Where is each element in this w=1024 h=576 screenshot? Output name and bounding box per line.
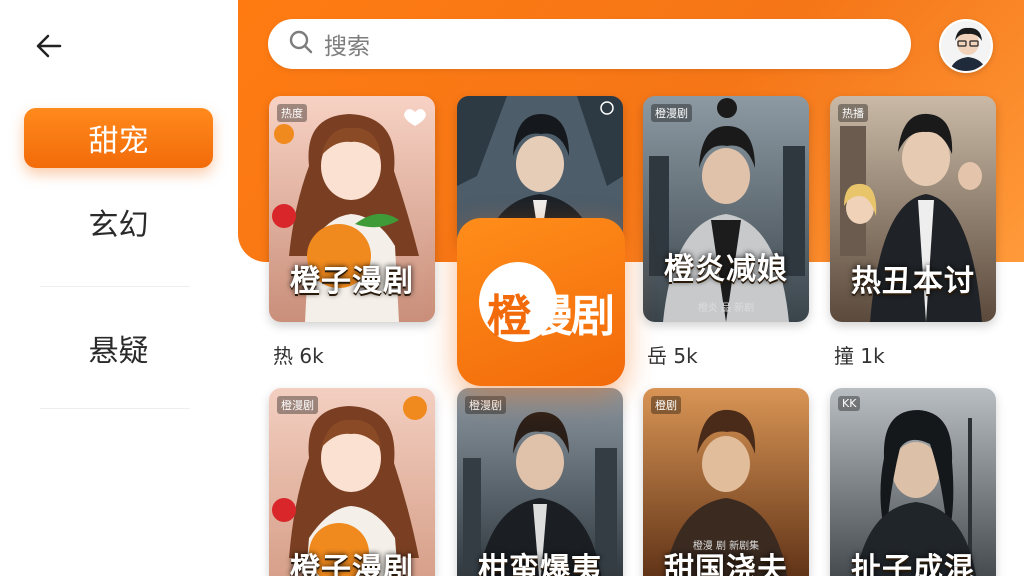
- logo-text-part2: 漫剧: [529, 291, 615, 342]
- poster-subtitle: 橙炎 品 新剧: [697, 303, 755, 314]
- category-tab-fantasy[interactable]: 玄幻: [24, 192, 213, 252]
- poster-image: [643, 96, 809, 322]
- drama-card[interactable]: 橙剧 甜国浇夫 橙漫 剧 新剧集: [643, 388, 809, 576]
- card-badge: KK: [838, 396, 861, 411]
- poster-title: 橙炎减娘: [664, 252, 788, 287]
- card-badge: 橙剧: [651, 396, 681, 414]
- search-icon: [288, 29, 314, 59]
- divider: [40, 286, 190, 287]
- card-badge: 橙漫剧: [277, 396, 318, 414]
- poster-title: 橙子漫剧: [290, 264, 414, 299]
- drama-card[interactable]: 橙漫剧 橙炎减娘 橙炎 品 新剧: [643, 96, 809, 322]
- logo-text-part1: 橙: [487, 291, 531, 342]
- category-tab-sweet[interactable]: 甜宠: [24, 108, 213, 168]
- search-bar[interactable]: 搜索: [268, 19, 911, 69]
- drama-card[interactable]: KK 扯子成混: [830, 388, 996, 576]
- category-label: 甜宠: [88, 124, 149, 159]
- drama-card[interactable]: 橙漫剧 橙子漫剧: [269, 388, 435, 576]
- category-label: 玄幻: [88, 208, 149, 243]
- logo-text: 橙漫剧: [487, 280, 615, 344]
- card-stat: 岳 5k: [647, 344, 698, 368]
- drama-card[interactable]: 橙漫剧 柑蛮爆夷: [457, 388, 623, 576]
- poster-title: 热丑本讨: [851, 264, 975, 299]
- card-badge: 橙漫剧: [465, 396, 506, 414]
- search-placeholder: 搜索: [324, 34, 370, 60]
- category-sidebar: 甜宠 玄幻 悬疑: [0, 0, 238, 576]
- poster-subtitle: 橙漫 剧 新剧集: [692, 541, 760, 552]
- user-avatar[interactable]: [939, 19, 993, 73]
- poster-title: 柑蛮爆夷: [478, 552, 602, 576]
- back-arrow-icon[interactable]: [30, 28, 70, 64]
- drama-card[interactable]: 热播 热丑本讨: [830, 96, 996, 322]
- poster-title: 扯子成混: [851, 552, 975, 576]
- card-badge: 热度: [277, 104, 307, 122]
- poster-title: 橙子漫剧: [290, 552, 414, 576]
- drama-card[interactable]: 热度 橙子漫剧: [269, 96, 435, 322]
- app-logo: 橙漫剧: [457, 218, 625, 386]
- category-label: 悬疑: [88, 334, 149, 369]
- card-badge: 橙漫剧: [651, 104, 692, 122]
- card-stat: 热 6k: [273, 344, 324, 368]
- card-badge: 热播: [838, 104, 868, 122]
- card-stat: 撞 1k: [834, 344, 885, 368]
- category-tab-mystery[interactable]: 悬疑: [24, 318, 213, 378]
- divider: [40, 408, 190, 409]
